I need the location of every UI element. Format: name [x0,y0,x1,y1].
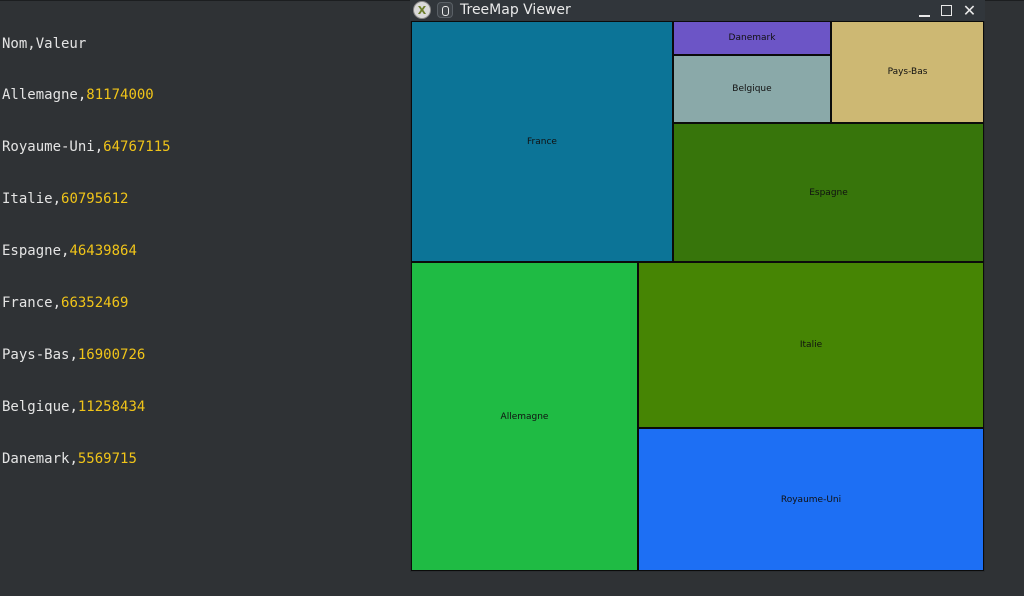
x-app-icon[interactable]: X [413,1,431,19]
desktop: Nom,Valeur Allemagne,81174000 Royaume-Un… [0,0,1024,596]
window-titlebar[interactable]: X TreeMap Viewer ✕ [410,0,985,21]
csv-row: Danemark,5569715 [2,450,137,467]
csv-row: Allemagne,81174000 [2,87,154,104]
tile-italie[interactable]: Italie [638,262,984,428]
tile-allemagne[interactable]: Allemagne [411,262,638,571]
tile-label: Pays-Bas [887,67,928,77]
minimize-button[interactable] [915,1,934,20]
tile-label: Royaume-Uni [780,494,842,505]
csv-row: France,66352469 [2,295,129,312]
tile-label: Allemagne [500,411,549,422]
pin-icon[interactable] [437,2,453,18]
tile-pays-bas[interactable]: Pays-Bas [831,21,984,123]
tile-label: Danemark [728,33,776,43]
csv-row: Royaume-Uni,64767115 [2,139,171,156]
tile-label: Belgique [732,84,772,94]
csv-row: Pays-Bas,16900726 [2,346,146,363]
tile-france[interactable]: France [411,21,673,262]
csv-row: Belgique,11258434 [2,398,146,415]
tile-label: Espagne [809,187,848,198]
tile-royaume-uni[interactable]: Royaume-Uni [638,428,984,571]
csv-header: Nom,Valeur [2,35,87,52]
tile-espagne[interactable]: Espagne [673,123,984,262]
close-button[interactable]: ✕ [960,1,979,20]
csv-row: Espagne,46439864 [2,243,137,260]
maximize-button[interactable] [937,1,956,20]
treemap-viewer-window: X TreeMap Viewer ✕ France Danemark Belgi… [410,0,985,572]
tile-label: Italie [799,340,823,350]
tile-belgique[interactable]: Belgique [673,55,831,123]
treemap-canvas[interactable]: France Danemark Belgique Pays-Bas Espagn… [411,21,984,571]
tile-label: France [527,136,557,147]
tile-danemark[interactable]: Danemark [673,21,831,55]
terminal-output[interactable]: Nom,Valeur Allemagne,81174000 Royaume-Un… [2,1,402,503]
csv-row: Italie,60795612 [2,191,129,208]
window-title: TreeMap Viewer [460,2,571,18]
